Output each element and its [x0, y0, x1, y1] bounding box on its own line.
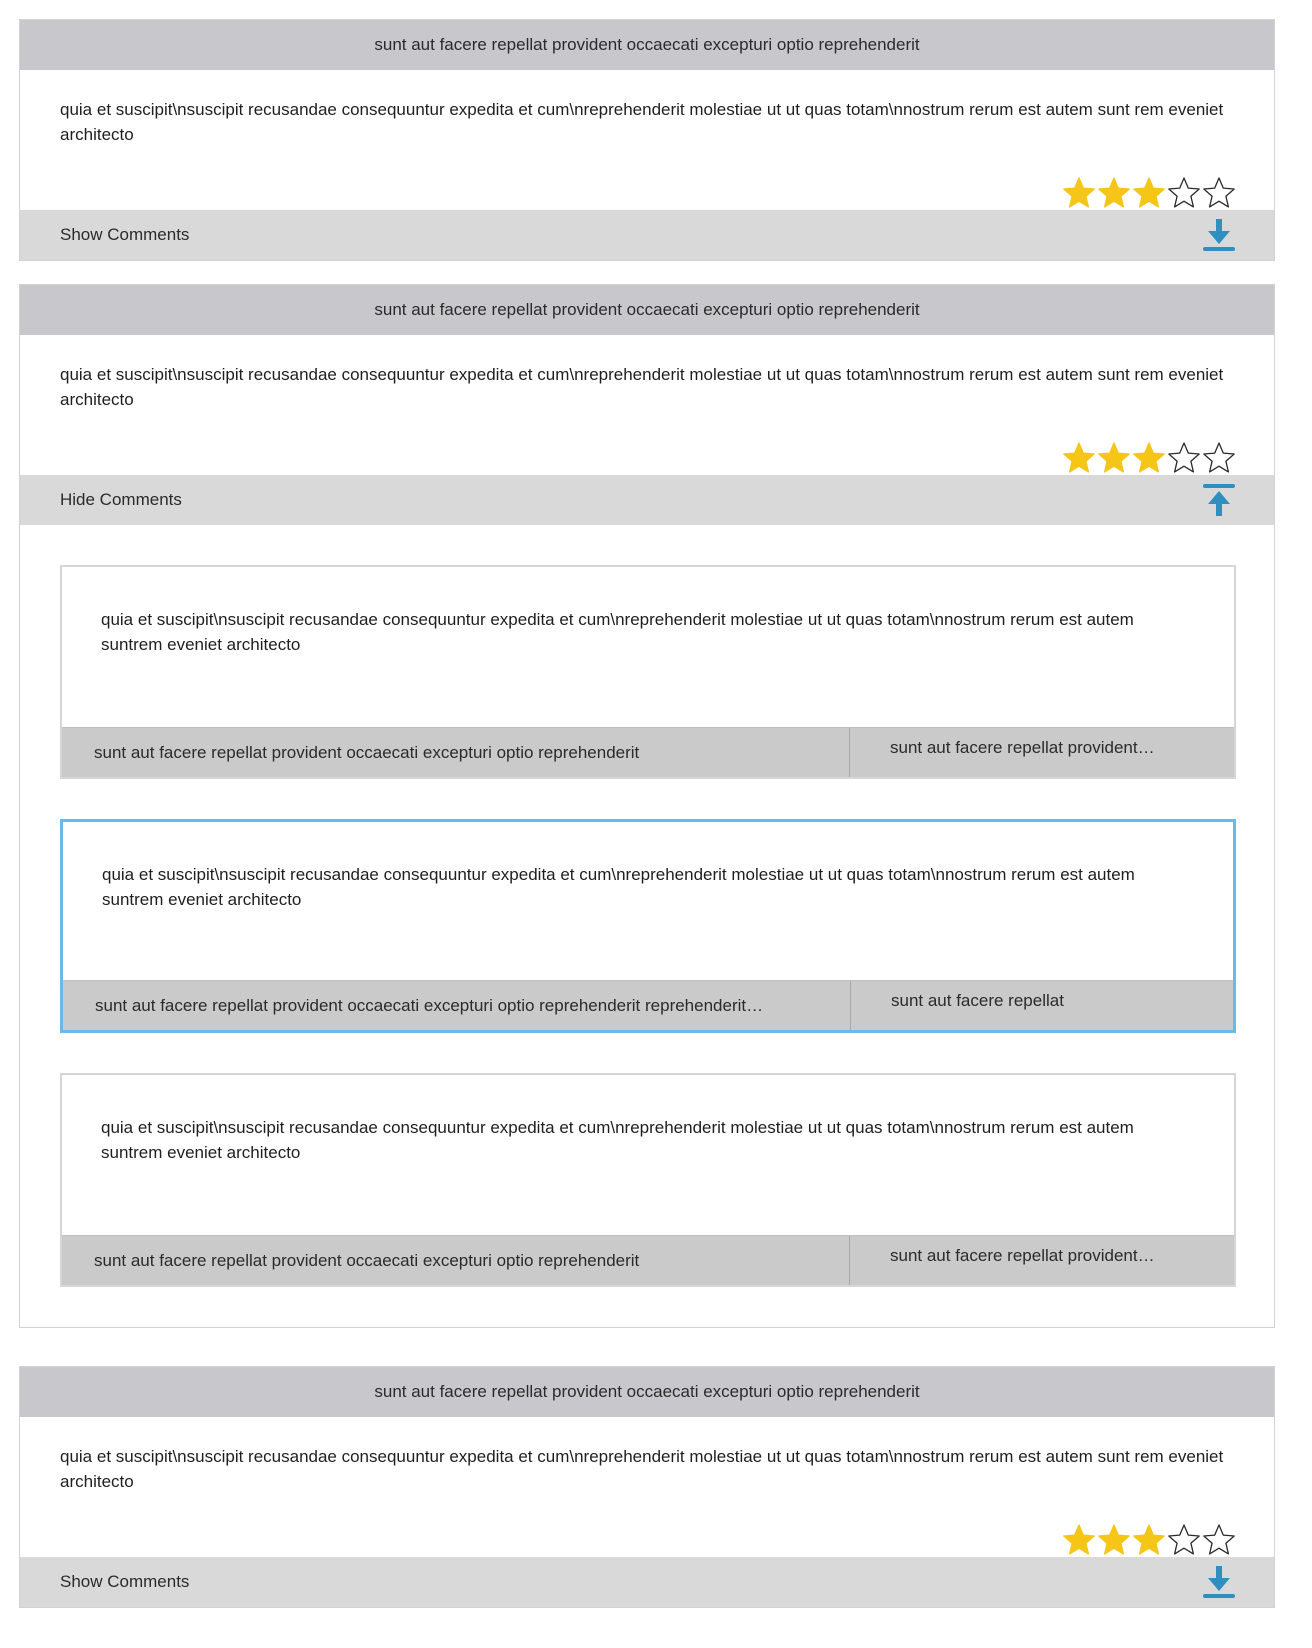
post-body-section: quia et suscipit\nsuscipit recusandae co… — [20, 335, 1274, 475]
toggle-comments-label: Hide Comments — [60, 490, 182, 509]
comment-card[interactable]: quia et suscipit\nsuscipit recusandae co… — [60, 565, 1236, 779]
post-body-section: quia et suscipit\nsuscipit recusandae co… — [20, 1417, 1274, 1557]
comment-author-email: sunt aut facere repellat — [891, 991, 1064, 1010]
toggle-comments-label: Show Comments — [60, 1572, 190, 1591]
hide-comments-button[interactable]: Hide Comments — [20, 475, 1274, 525]
comment-footer: sunt aut facere repellat provident occae… — [62, 1235, 1234, 1285]
post-title: sunt aut facere repellat provident occae… — [20, 1367, 1274, 1417]
star-filled-icon[interactable] — [1097, 1523, 1131, 1557]
post-body-text: quia et suscipit\nsuscipit recusandae co… — [60, 1447, 1224, 1491]
comment-body: quia et suscipit\nsuscipit recusandae co… — [101, 1118, 1134, 1162]
star-empty-icon[interactable] — [1167, 441, 1201, 475]
star-empty-icon[interactable] — [1202, 1523, 1236, 1557]
star-empty-icon[interactable] — [1167, 1523, 1201, 1557]
star-filled-icon[interactable] — [1132, 176, 1166, 210]
comment-author-name: sunt aut facere repellat provident occae… — [63, 981, 851, 1030]
download-arrow-icon[interactable] — [1200, 1564, 1236, 1600]
star-filled-icon[interactable] — [1062, 441, 1096, 475]
star-filled-icon[interactable] — [1132, 441, 1166, 475]
post-body-text: quia et suscipit\nsuscipit recusandae co… — [60, 365, 1224, 409]
comment-body: quia et suscipit\nsuscipit recusandae co… — [102, 865, 1135, 909]
star-rating[interactable] — [1062, 441, 1236, 475]
star-empty-icon[interactable] — [1167, 176, 1201, 210]
comment-author-name: sunt aut facere repellat provident occae… — [62, 1236, 850, 1285]
post-title: sunt aut facere repellat provident occae… — [20, 285, 1274, 335]
comment-footer: sunt aut facere repellat provident occae… — [62, 727, 1234, 777]
post-body-text: quia et suscipit\nsuscipit recusandae co… — [60, 100, 1224, 144]
star-rating[interactable] — [1062, 1523, 1236, 1557]
post-body-section: quia et suscipit\nsuscipit recusandae co… — [20, 70, 1274, 210]
post-feed: sunt aut facere repellat provident occae… — [0, 0, 1312, 1648]
post-card: sunt aut facere repellat provident occae… — [19, 284, 1275, 1328]
comment-author-email: sunt aut facere repellat provident… — [890, 1246, 1155, 1265]
star-filled-icon[interactable] — [1062, 1523, 1096, 1557]
star-empty-icon[interactable] — [1202, 441, 1236, 475]
star-empty-icon[interactable] — [1202, 176, 1236, 210]
star-filled-icon[interactable] — [1132, 1523, 1166, 1557]
download-arrow-icon[interactable] — [1200, 217, 1236, 253]
comment-card-selected[interactable]: quia et suscipit\nsuscipit recusandae co… — [60, 819, 1236, 1033]
show-comments-button[interactable]: Show Comments — [20, 1557, 1274, 1607]
show-comments-button[interactable]: Show Comments — [20, 210, 1274, 260]
upload-arrow-icon[interactable] — [1200, 482, 1236, 518]
star-filled-icon[interactable] — [1097, 441, 1131, 475]
star-rating[interactable] — [1062, 176, 1236, 210]
post-title: sunt aut facere repellat provident occae… — [20, 20, 1274, 70]
star-filled-icon[interactable] — [1097, 176, 1131, 210]
toggle-comments-label: Show Comments — [60, 225, 190, 244]
post-card: sunt aut facere repellat provident occae… — [19, 19, 1275, 261]
comments-list: quia et suscipit\nsuscipit recusandae co… — [20, 525, 1274, 1327]
comment-body: quia et suscipit\nsuscipit recusandae co… — [101, 610, 1134, 654]
comment-card[interactable]: quia et suscipit\nsuscipit recusandae co… — [60, 1073, 1236, 1287]
comment-author-name: sunt aut facere repellat provident occae… — [62, 728, 850, 777]
star-filled-icon[interactable] — [1062, 176, 1096, 210]
comment-author-email: sunt aut facere repellat provident… — [890, 738, 1155, 757]
comment-footer: sunt aut facere repellat provident occae… — [63, 980, 1233, 1030]
post-card: sunt aut facere repellat provident occae… — [19, 1366, 1275, 1608]
